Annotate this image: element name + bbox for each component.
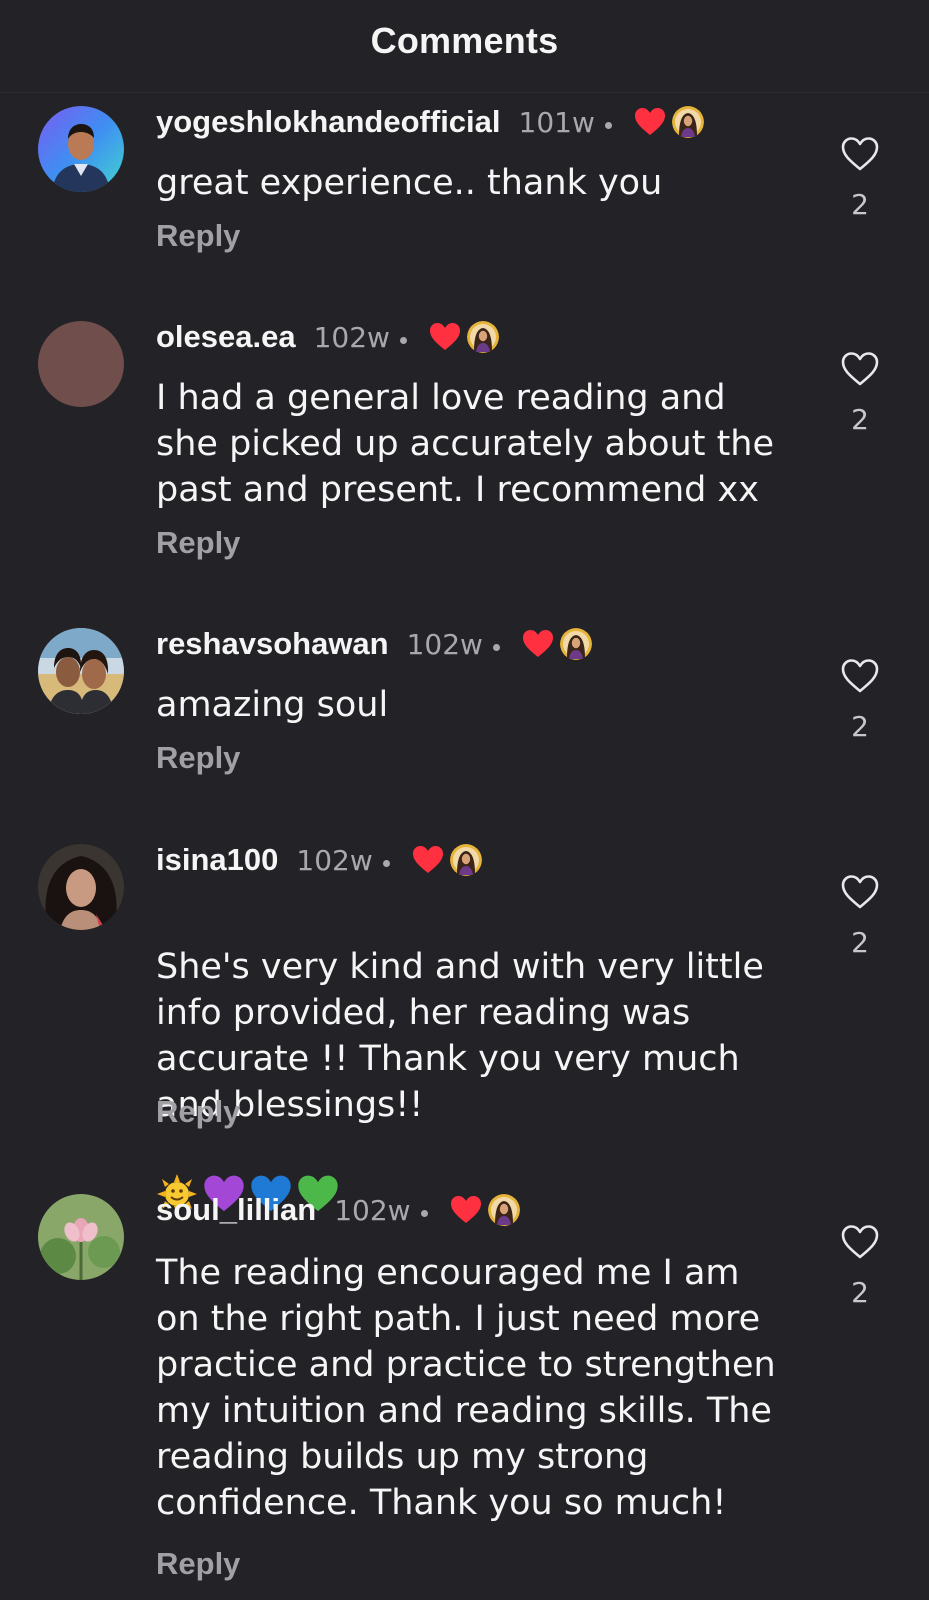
username[interactable]: olesea.ea	[156, 319, 296, 355]
avatar[interactable]	[38, 844, 124, 930]
comment-meta: olesea.ea 102w	[156, 315, 499, 359]
like-count: 2	[851, 1276, 869, 1309]
like-count: 2	[851, 403, 869, 436]
comment-meta: isina100 102w	[156, 838, 482, 882]
timestamp: 102w	[334, 1193, 411, 1227]
heart-outline-icon[interactable]	[840, 658, 880, 694]
separator-dot	[420, 1209, 428, 1217]
separator-dot	[399, 336, 407, 344]
red-heart-icon	[634, 107, 666, 137]
comment-meta: soul_lillian 102w	[156, 1188, 520, 1232]
comment-text: I had a general love reading and she pic…	[156, 378, 775, 510]
avatar[interactable]	[38, 1194, 124, 1280]
timestamp: 101w	[518, 105, 595, 139]
comment-meta: yogeshlokhandeofficial 101w	[156, 100, 704, 144]
comment-text: The reading encouraged me I am on the ri…	[156, 1253, 776, 1523]
creator-avatar	[467, 321, 499, 353]
page-title: Comments	[370, 20, 559, 61]
reply-button[interactable]: Reply	[156, 1546, 240, 1582]
reply-button[interactable]: Reply	[156, 1094, 240, 1130]
red-heart-icon	[412, 845, 444, 875]
timestamp: 102w	[406, 627, 483, 661]
creator-avatar	[672, 106, 704, 138]
heart-outline-icon[interactable]	[840, 351, 880, 387]
like-count: 2	[851, 926, 869, 959]
red-heart-icon	[450, 1195, 482, 1225]
reply-button[interactable]: Reply	[156, 218, 240, 254]
red-heart-icon	[522, 629, 554, 659]
comments-header: Comments	[0, 0, 929, 93]
avatar[interactable]	[38, 106, 124, 192]
reply-button[interactable]: Reply	[156, 525, 240, 561]
username[interactable]: yogeshlokhandeofficial	[156, 104, 501, 140]
comment-text: amazing soul	[156, 685, 389, 725]
timestamp: 102w	[296, 843, 373, 877]
heart-outline-icon[interactable]	[840, 136, 880, 172]
username[interactable]: soul_lillian	[156, 1192, 316, 1228]
username[interactable]: reshavsohawan	[156, 626, 389, 662]
reply-button[interactable]: Reply	[156, 740, 240, 776]
comment-meta: reshavsohawan 102w	[156, 622, 592, 666]
username[interactable]: isina100	[156, 842, 278, 878]
avatar[interactable]	[38, 321, 124, 407]
separator-dot	[604, 121, 612, 129]
heart-outline-icon[interactable]	[840, 1224, 880, 1260]
timestamp: 102w	[313, 320, 390, 354]
like-count: 2	[851, 188, 869, 221]
avatar[interactable]	[38, 628, 124, 714]
comment-text-body: She's very kind and with very little inf…	[156, 947, 764, 1125]
creator-avatar	[450, 844, 482, 876]
comment-text: great experience.. thank you	[156, 163, 663, 203]
creator-avatar	[488, 1194, 520, 1226]
red-heart-icon	[429, 322, 461, 352]
like-count: 2	[851, 710, 869, 743]
creator-avatar	[560, 628, 592, 660]
separator-dot	[492, 643, 500, 651]
heart-outline-icon[interactable]	[840, 874, 880, 910]
separator-dot	[382, 859, 390, 867]
